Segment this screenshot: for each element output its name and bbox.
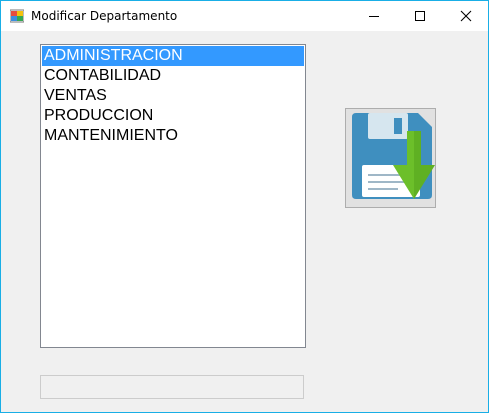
department-name-field[interactable]: [40, 375, 304, 399]
minimize-icon: [369, 16, 379, 17]
list-item[interactable]: MANTENIMIENTO: [42, 126, 304, 146]
floppy-disk-save-icon: [352, 113, 435, 199]
main-window: Modificar Departamento ADMINISTRACION CO…: [0, 0, 489, 413]
maximize-button[interactable]: [397, 1, 443, 31]
list-item[interactable]: CONTABILIDAD: [42, 66, 304, 86]
form-client-area: ADMINISTRACION CONTABILIDAD VENTAS PRODU…: [1, 31, 488, 412]
title-bar[interactable]: Modificar Departamento: [1, 1, 488, 31]
save-button[interactable]: [345, 108, 436, 208]
close-icon: [460, 10, 472, 22]
maximize-icon: [415, 11, 425, 21]
window-title: Modificar Departamento: [31, 9, 178, 23]
close-button[interactable]: [443, 1, 489, 31]
list-item[interactable]: PRODUCCION: [42, 106, 304, 126]
minimize-button[interactable]: [351, 1, 397, 31]
departments-listbox[interactable]: ADMINISTRACION CONTABILIDAD VENTAS PRODU…: [40, 44, 306, 348]
list-item[interactable]: ADMINISTRACION: [42, 46, 304, 66]
windows-form-icon: [10, 9, 24, 23]
list-item[interactable]: VENTAS: [42, 86, 304, 106]
